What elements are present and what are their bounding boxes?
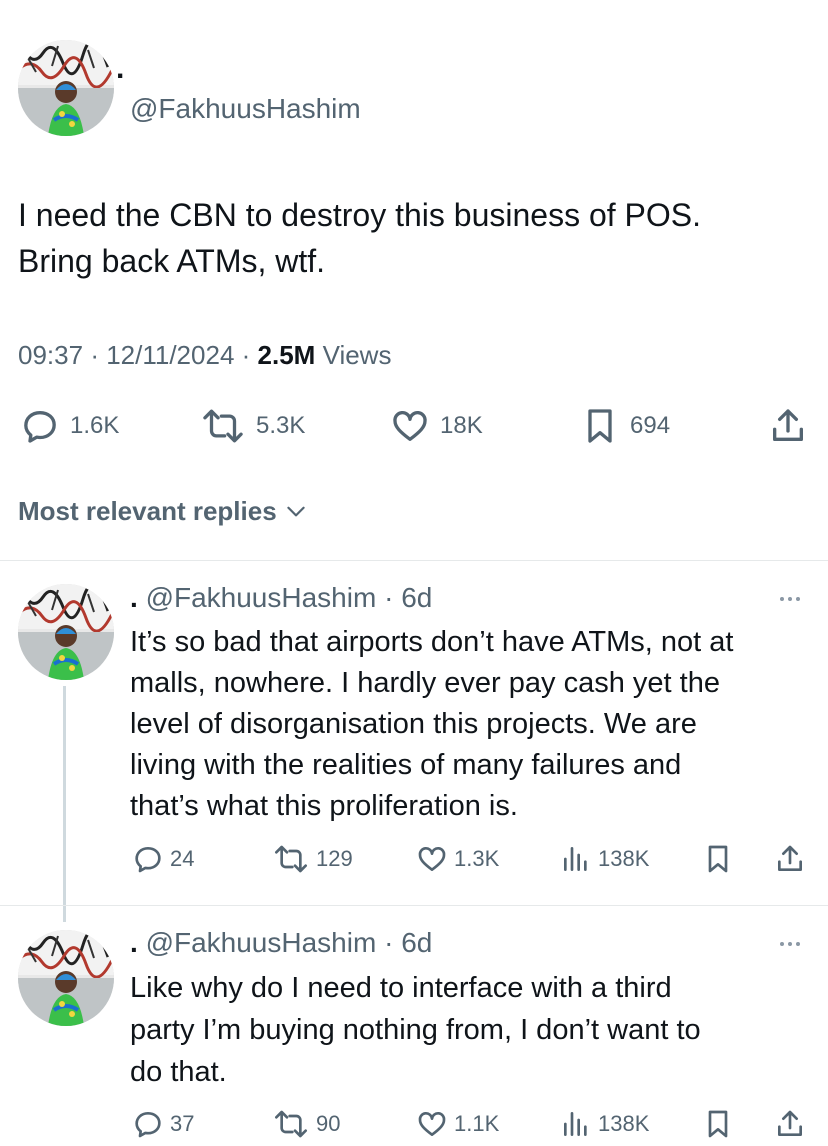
reply-icon: [132, 843, 164, 875]
reply-text-line: that’s what this proliferation is.: [130, 790, 518, 822]
views-button[interactable]: 138K: [560, 1108, 649, 1140]
share-icon: [768, 406, 808, 446]
bookmark-icon: [702, 1108, 734, 1140]
reply-button[interactable]: 37: [132, 1108, 194, 1140]
bookmark-count: 694: [630, 412, 671, 439]
like-icon: [390, 406, 430, 446]
tweet-text-line: I need the CBN to destroy this business …: [18, 197, 702, 233]
views-button[interactable]: 138K: [560, 843, 649, 875]
share-button[interactable]: [774, 843, 806, 875]
bookmark-button[interactable]: [702, 843, 734, 875]
repost-button[interactable]: 129: [272, 843, 353, 875]
repost-icon: [272, 1108, 310, 1140]
views-count: 138K: [598, 846, 650, 871]
reply-header: . @FakhuusHashim · 6d: [130, 582, 433, 613]
reply-count: 24: [170, 846, 195, 871]
chevron-down-icon: [283, 498, 309, 524]
reply-text-line: party I’m buying nothing from, I don’t w…: [130, 1014, 701, 1046]
handle[interactable]: @FakhuusHashim: [146, 927, 377, 958]
reply-text: Like why do I need to interface with a t…: [130, 967, 701, 1093]
views-label: Views: [322, 340, 392, 370]
avatar[interactable]: [18, 40, 114, 136]
reply-icon: [20, 406, 60, 446]
bookmark-button[interactable]: 694: [580, 406, 670, 446]
display-name[interactable]: .: [130, 582, 138, 613]
reply-header: . @FakhuusHashim · 6d: [130, 927, 433, 958]
like-count: 1.3K: [454, 846, 500, 871]
share-button[interactable]: [768, 406, 808, 446]
repost-icon: [200, 406, 246, 446]
repost-button[interactable]: 5.3K: [200, 406, 305, 446]
display-name[interactable]: .: [130, 927, 138, 958]
reply-text-line: do that.: [130, 1056, 227, 1088]
more-icon[interactable]: [780, 597, 800, 601]
reply-text-line: living with the realities of many failur…: [130, 749, 682, 781]
replies-filter[interactable]: Most relevant replies: [18, 494, 309, 528]
repost-icon: [272, 843, 310, 875]
share-icon: [774, 843, 806, 875]
replies-filter-label: Most relevant replies: [18, 496, 277, 526]
tweet-meta: 09:37 · 12/11/2024 · 2.5M Views: [18, 340, 392, 370]
like-count: 1.1K: [454, 1111, 500, 1136]
like-button[interactable]: 1.3K: [416, 843, 499, 875]
bookmark-icon: [702, 843, 734, 875]
more-icon[interactable]: [780, 942, 800, 946]
avatar[interactable]: [18, 930, 114, 1026]
handle[interactable]: @FakhuusHashim: [130, 92, 361, 126]
like-button[interactable]: 1.1K: [416, 1108, 499, 1140]
reply-count: 37: [170, 1111, 195, 1136]
share-button[interactable]: [774, 1108, 806, 1140]
reply-count: 1.6K: [70, 412, 120, 439]
tweet-text: I need the CBN to destroy this business …: [18, 192, 818, 284]
share-icon: [774, 1108, 806, 1140]
like-count: 18K: [440, 412, 483, 439]
repost-button[interactable]: 90: [272, 1108, 340, 1140]
reply-age[interactable]: 6d: [401, 582, 432, 613]
like-icon: [416, 1108, 448, 1140]
repost-count: 5.3K: [256, 412, 306, 439]
repost-count: 90: [316, 1111, 341, 1136]
tweet-text-line: Bring back ATMs, wtf.: [18, 243, 326, 279]
like-icon: [416, 843, 448, 875]
reply-button[interactable]: 24: [132, 843, 194, 875]
views-count: 138K: [598, 1111, 650, 1136]
reply-text-line: malls, nowhere. I hardly ever pay cash y…: [130, 667, 720, 699]
reply-text-line: level of disorganisation this projects. …: [130, 708, 697, 740]
views-icon: [560, 843, 592, 875]
handle[interactable]: @FakhuusHashim: [146, 582, 377, 613]
repost-count: 129: [316, 846, 353, 871]
reply-text: It’s so bad that airports don’t have ATM…: [130, 622, 733, 827]
tweet-date[interactable]: 12/11/2024: [106, 340, 234, 370]
avatar[interactable]: [18, 584, 114, 680]
thread-line: [63, 686, 66, 922]
reply-age[interactable]: 6d: [401, 927, 432, 958]
bookmark-button[interactable]: [702, 1108, 734, 1140]
display-name[interactable]: .: [116, 54, 124, 84]
divider: [0, 905, 828, 906]
reply-text-line: It’s so bad that airports don’t have ATM…: [130, 626, 734, 658]
views-icon: [560, 1108, 592, 1140]
like-button[interactable]: 18K: [390, 406, 483, 446]
reply-button[interactable]: 1.6K: [20, 406, 119, 446]
reply-text-line: Like why do I need to interface with a t…: [130, 972, 672, 1004]
reply-icon: [132, 1108, 164, 1140]
bookmark-icon: [580, 406, 620, 446]
divider: [0, 560, 828, 561]
tweet-time[interactable]: 09:37: [18, 340, 83, 370]
views-count: 2.5M: [257, 340, 316, 370]
